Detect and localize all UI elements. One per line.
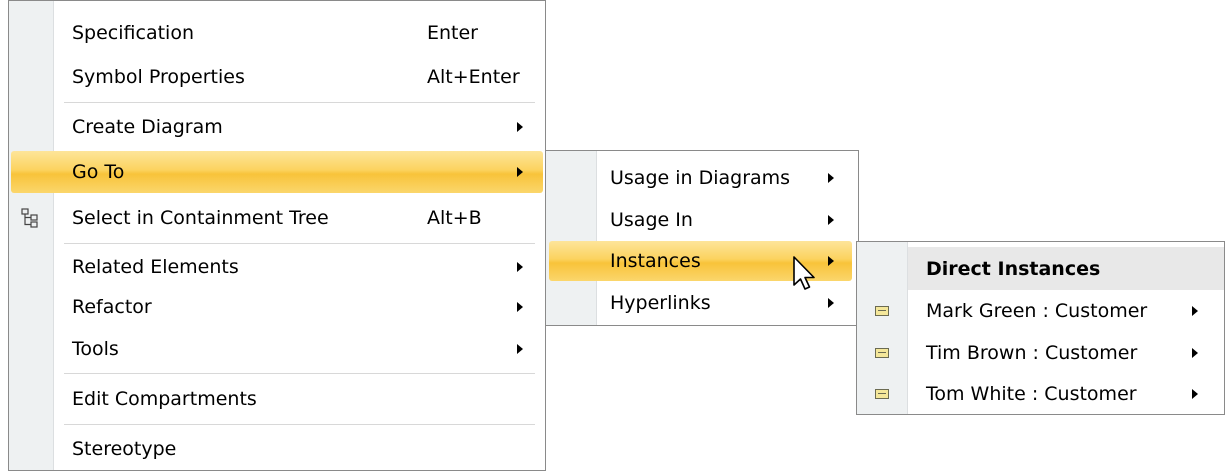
containment-tree-icon bbox=[21, 208, 38, 228]
context-menu: Specification Enter Symbol Properties Al… bbox=[8, 0, 546, 471]
menu-item-label: Tom White : Customer bbox=[926, 383, 1137, 405]
menu-item-instance[interactable]: Tom White : Customer bbox=[857, 373, 1224, 414]
menu-item-label: Instances bbox=[610, 250, 701, 272]
submenu-arrow-icon bbox=[828, 173, 834, 183]
menu-item-instance[interactable]: Tim Brown : Customer bbox=[857, 332, 1224, 374]
instances-submenu: Direct Instances Mark Green : Customer T… bbox=[856, 241, 1225, 415]
menu-separator bbox=[64, 373, 535, 374]
menu-item-label: Tools bbox=[72, 338, 119, 360]
submenu-arrow-icon bbox=[1192, 306, 1198, 316]
submenu-arrow-icon bbox=[517, 344, 523, 354]
goto-submenu: Usage in Diagrams Usage In Instances Hyp… bbox=[545, 150, 859, 326]
mouse-pointer-icon bbox=[793, 256, 815, 290]
instance-specification-icon bbox=[875, 306, 889, 316]
menu-item-label: Specification bbox=[72, 22, 194, 44]
menu-item-usage-in-diagrams[interactable]: Usage in Diagrams bbox=[546, 157, 858, 199]
menu-item-label: Edit Compartments bbox=[72, 388, 257, 410]
menu-item-label: Go To bbox=[72, 161, 125, 183]
menu-item-label: Tim Brown : Customer bbox=[926, 342, 1138, 364]
menu-item-edit-compartments[interactable]: Edit Compartments bbox=[9, 377, 545, 421]
submenu-arrow-icon bbox=[1192, 389, 1198, 399]
submenu-arrow-icon bbox=[828, 215, 834, 225]
menu-item-specification[interactable]: Specification Enter bbox=[9, 11, 545, 55]
submenu-arrow-icon bbox=[517, 122, 523, 132]
menu-item-label: Symbol Properties bbox=[72, 66, 245, 88]
menu-item-symbol-properties[interactable]: Symbol Properties Alt+Enter bbox=[9, 55, 545, 99]
menu-item-instance[interactable]: Mark Green : Customer bbox=[857, 290, 1224, 332]
menu-item-refactor[interactable]: Refactor bbox=[9, 285, 545, 329]
menu-item-shortcut: Enter bbox=[427, 22, 478, 44]
menu-separator bbox=[64, 102, 535, 103]
menu-item-label: Select in Containment Tree bbox=[72, 207, 329, 229]
menu-item-stereotype[interactable]: Stereotype bbox=[9, 427, 545, 470]
menu-item-shortcut: Alt+Enter bbox=[427, 66, 520, 88]
menu-item-label: Mark Green : Customer bbox=[926, 300, 1148, 322]
menu-item-select-in-containment-tree[interactable]: Select in Containment Tree Alt+B bbox=[9, 196, 545, 240]
submenu-arrow-icon bbox=[1192, 348, 1198, 358]
instance-specification-icon bbox=[875, 389, 889, 399]
submenu-arrow-icon bbox=[517, 302, 523, 312]
menu-item-label: Stereotype bbox=[72, 438, 177, 460]
menu-item-label: Usage In bbox=[610, 209, 693, 231]
menu-item-label: Create Diagram bbox=[72, 116, 223, 138]
menu-item-shortcut: Alt+B bbox=[427, 207, 482, 229]
submenu-arrow-icon bbox=[517, 167, 523, 177]
menu-item-tools[interactable]: Tools bbox=[9, 327, 545, 371]
menu-item-go-to[interactable]: Go To bbox=[11, 151, 543, 193]
menu-item-create-diagram[interactable]: Create Diagram bbox=[9, 105, 545, 149]
instances-header-label: Direct Instances bbox=[926, 257, 1101, 280]
menu-item-label: Hyperlinks bbox=[610, 292, 711, 314]
menu-item-usage-in[interactable]: Usage In bbox=[546, 199, 858, 241]
instance-specification-icon bbox=[875, 348, 889, 358]
menu-item-label: Usage in Diagrams bbox=[610, 167, 791, 189]
submenu-arrow-icon bbox=[828, 298, 834, 308]
menu-item-related-elements[interactable]: Related Elements bbox=[9, 245, 545, 289]
submenu-arrow-icon bbox=[517, 262, 523, 272]
instances-header: Direct Instances bbox=[908, 247, 1224, 290]
menu-item-label: Refactor bbox=[72, 296, 152, 318]
menu-separator bbox=[64, 243, 535, 244]
menu-item-label: Related Elements bbox=[72, 256, 239, 278]
submenu-arrow-icon bbox=[828, 256, 834, 266]
menu-separator bbox=[64, 424, 535, 425]
